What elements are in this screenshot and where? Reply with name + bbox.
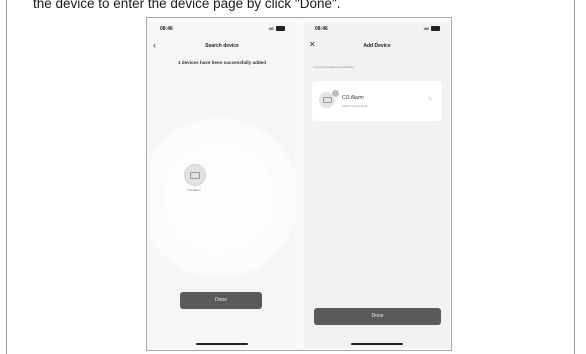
signal-text: 4G — [423, 26, 429, 31]
nav-bar: ✕ Add Device — [304, 40, 450, 54]
status-bar: 08:46 4G — [149, 25, 295, 35]
battery-icon — [431, 26, 440, 31]
device-name: CO Alarm — [342, 95, 364, 101]
status-indicators: 4G — [424, 26, 440, 31]
page-frame: the device to enter the device page by c… — [0, 0, 586, 354]
status-bar: 08:46 4G — [304, 25, 450, 35]
home-indicator — [196, 343, 248, 345]
success-message: 1 devices have been successfully added — [177, 60, 267, 65]
instruction-text: the device to enter the device page by c… — [33, 0, 341, 11]
found-device-label: CO Alarm — [187, 188, 201, 192]
done-button[interactable]: Done — [314, 308, 441, 325]
status-time: 08:46 — [315, 26, 328, 32]
status-indicators: 4G — [269, 26, 285, 31]
added-caption: 1 device(s) added successfully — [313, 65, 354, 69]
battery-icon — [276, 26, 285, 31]
device-card[interactable]: CO Alarm Added successfully ✎ — [312, 81, 442, 121]
found-device[interactable] — [184, 164, 206, 186]
page-title: Add Device — [363, 43, 391, 49]
alarm-icon — [190, 171, 200, 179]
home-indicator — [351, 343, 403, 345]
right-border-line — [574, 0, 575, 354]
status-time: 08:46 — [160, 26, 173, 32]
signal-text: 4G — [268, 26, 274, 31]
left-border-line — [6, 0, 7, 354]
phone-screen-add-device: 08:46 4G ✕ Add Device 1 device(s) added … — [304, 23, 450, 348]
status-badge — [331, 89, 340, 98]
edit-icon[interactable]: ✎ — [428, 96, 433, 103]
phone-screen-search-device: 08:46 4G ‹ Search device 1 devices have … — [149, 23, 295, 348]
radar-animation — [149, 118, 295, 278]
done-button[interactable]: Done — [180, 292, 262, 309]
nav-bar: ‹ Search device — [149, 40, 295, 54]
device-status: Added successfully — [342, 104, 368, 108]
page-title: Search device — [205, 43, 239, 49]
alarm-icon-body — [322, 97, 332, 103]
